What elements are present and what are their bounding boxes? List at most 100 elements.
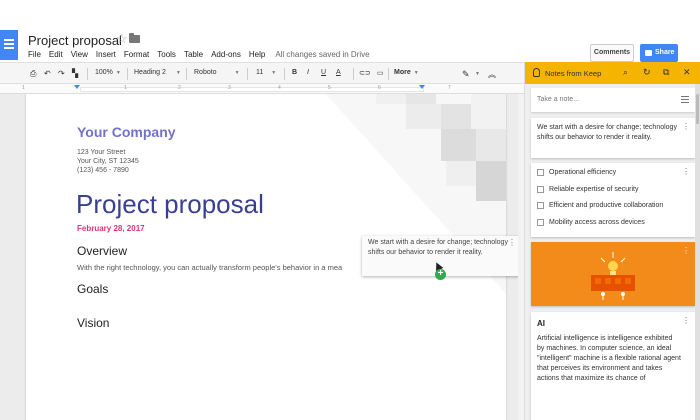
menu-view[interactable]: View [71, 50, 88, 59]
checklist-item[interactable]: Operational efficiency [531, 165, 695, 182]
toolbar-divider [247, 68, 248, 80]
folder-icon[interactable] [129, 33, 140, 43]
docs-logo-icon[interactable] [0, 30, 18, 60]
checklist-item[interactable]: Mobility access across devices [531, 215, 695, 232]
more-button[interactable]: More ▼ [394, 69, 419, 76]
ruler-track [80, 87, 424, 92]
zoom-select[interactable]: 100% ▼ [95, 69, 121, 76]
menu-edit[interactable]: Edit [49, 50, 63, 59]
menu-tools[interactable]: Tools [157, 50, 176, 59]
link-icon[interactable]: ⊂⊃ [359, 69, 371, 77]
zoom-value: 100% [95, 69, 113, 76]
menu-file[interactable]: File [28, 50, 41, 59]
heading-overview[interactable]: Overview [77, 244, 127, 258]
menu-insert[interactable]: Insert [96, 50, 116, 59]
checkbox-icon[interactable] [537, 202, 544, 209]
lock-icon [645, 50, 652, 56]
heading-vision[interactable]: Vision [77, 316, 109, 330]
checkbox-icon[interactable] [537, 169, 544, 176]
comment-icon[interactable]: ▭ [377, 69, 384, 77]
redo-icon[interactable]: ↷ [58, 69, 65, 78]
menu-table[interactable]: Table [184, 50, 203, 59]
chevron-down-icon: ▼ [115, 70, 121, 76]
keep-header: Notes from Keep ⌕ ↻ ⧉ ✕ [525, 62, 700, 84]
doc-heading-title[interactable]: Project proposal [76, 189, 264, 220]
save-status[interactable]: All changes saved in Drive [275, 50, 369, 59]
undo-icon[interactable]: ↶ [44, 69, 51, 78]
note-title: AI [537, 319, 545, 328]
keep-scrollbar-thumb[interactable] [696, 94, 699, 124]
checklist-item[interactable]: Efficient and productive collaboration [531, 198, 695, 215]
ruler-number: 1 [22, 85, 25, 91]
italic-button[interactable]: I [307, 69, 309, 76]
checkbox-icon[interactable] [537, 185, 544, 193]
take-note-placeholder: Take a note... [537, 96, 580, 103]
header: Project proposal ☆ File Edit View Insert… [0, 0, 700, 62]
search-icon[interactable]: ⌕ [623, 67, 628, 78]
new-list-icon[interactable] [681, 96, 689, 103]
ruler-number: 7 [448, 85, 451, 91]
share-label: Share [655, 49, 675, 56]
checklist-item[interactable]: Reliable expertise of security [531, 182, 695, 199]
keep-checklist-note[interactable]: ⋮ Operational efficiency Reliable expert… [531, 163, 695, 237]
star-icon[interactable]: ☆ [116, 31, 128, 47]
take-note-input[interactable]: Take a note... [531, 88, 695, 112]
font-size-select[interactable]: 11 ▼ [256, 69, 276, 76]
open-in-new-icon[interactable]: ⧉ [663, 67, 669, 78]
menu-addons[interactable]: Add-ons [211, 50, 241, 59]
ruler-number: 2 [178, 85, 181, 91]
chevron-down-icon: ▼ [271, 70, 277, 76]
overview-text[interactable]: With the right technology, you can actua… [77, 263, 342, 272]
checkbox-icon[interactable] [537, 218, 544, 226]
doc-date[interactable]: February 28, 2017 [77, 224, 145, 233]
share-button[interactable]: Share [640, 44, 678, 62]
comments-button[interactable]: Comments [590, 44, 634, 62]
keep-panel: Notes from Keep ⌕ ↻ ⧉ ✕ Take a note... W… [524, 62, 700, 420]
address-line[interactable]: Your City, ST 12345 [77, 158, 139, 165]
add-drop-icon: + [435, 269, 446, 280]
heading-goals[interactable]: Goals [77, 282, 108, 296]
toolbar-divider [353, 68, 354, 80]
toolbar-divider [127, 68, 128, 80]
ruler-number: 5 [328, 85, 331, 91]
ruler-number: 4 [278, 85, 281, 91]
address-line[interactable]: (123) 456 - 7890 [77, 167, 129, 174]
menu-dots-icon[interactable]: ⋮ [682, 316, 690, 325]
chevron-down-icon: ▼ [175, 70, 181, 76]
bold-button[interactable]: B [292, 69, 297, 76]
keep-ai-note[interactable]: AI Artificial intelligence is intelligen… [531, 312, 695, 420]
document-canvas: Your Company 123 Your Street Your City, … [0, 94, 524, 420]
keep-note[interactable]: We start with a desire for change; techn… [531, 118, 695, 158]
font-value: Roboto [194, 69, 217, 76]
menu-help[interactable]: Help [249, 50, 265, 59]
chevron-down-icon: ▼ [234, 70, 240, 76]
style-select[interactable]: Heading 2 ▼ [134, 69, 181, 76]
menu-format[interactable]: Format [124, 50, 149, 59]
print-icon[interactable]: ⎙ [30, 69, 36, 79]
keep-scrollbar[interactable] [695, 84, 700, 420]
refresh-icon[interactable]: ↻ [643, 67, 651, 78]
menu-dots-icon[interactable]: ⋮ [682, 246, 690, 255]
keep-title: Notes from Keep [545, 69, 602, 78]
close-icon[interactable]: ✕ [683, 67, 691, 78]
ruler-number: 3 [228, 85, 231, 91]
text-color-button[interactable]: A [336, 69, 341, 76]
paint-format-icon[interactable]: ▚ [72, 69, 78, 78]
menu-dots-icon[interactable]: ⋮ [682, 122, 690, 131]
collapse-icon[interactable]: ︽ [488, 69, 496, 80]
ruler-number: 1 [124, 85, 127, 91]
toolbar-divider [388, 68, 389, 80]
more-label: More [394, 69, 411, 76]
right-indent-marker[interactable] [419, 85, 425, 89]
ruler: 1 1 2 3 4 5 6 7 [0, 84, 524, 94]
left-indent-marker[interactable] [74, 85, 80, 89]
chevron-down-icon[interactable]: ▼ [475, 71, 480, 77]
font-select[interactable]: Roboto ▼ [194, 69, 240, 76]
keep-image-note[interactable]: ⋮ [531, 242, 695, 306]
document-title[interactable]: Project proposal [28, 33, 122, 48]
underline-button[interactable]: U [321, 69, 326, 76]
toolbar-divider [284, 68, 285, 80]
pen-icon[interactable]: ✎ [462, 69, 470, 80]
address-line[interactable]: 123 Your Street [77, 149, 125, 156]
company-name[interactable]: Your Company [77, 124, 176, 140]
